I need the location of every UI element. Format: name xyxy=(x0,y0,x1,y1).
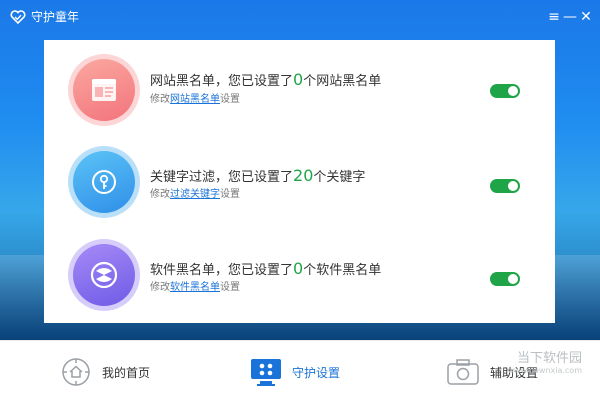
keyword-filter-toggle[interactable] xyxy=(490,179,520,193)
website-blacklist-summary: 网站黑名单，您已设置了0个网站黑名单 xyxy=(150,71,381,91)
summary-suffix: 个网站黑名单 xyxy=(303,74,382,89)
home-icon xyxy=(62,358,90,386)
website-blacklist-item: 网站黑名单，您已设置了0个网站黑名单 修改网站黑名单设置 xyxy=(44,43,555,137)
summary-suffix: 个软件黑名单 xyxy=(303,263,382,278)
watermark-site-name: 当下软件园 xyxy=(516,351,582,366)
keyword-filter-badge xyxy=(68,146,140,218)
blacklist-count: 0 xyxy=(293,259,304,278)
minimize-button[interactable]: — xyxy=(562,9,578,25)
edit-suffix: 设置 xyxy=(220,94,240,105)
nav-protection-settings[interactable]: 守护设置 xyxy=(250,341,340,402)
edit-website-blacklist-link[interactable]: 网站黑名单 xyxy=(170,94,220,105)
menu-icon[interactable]: ≡ xyxy=(546,9,562,25)
software-icon xyxy=(90,261,118,289)
keyword-filter-summary: 关键字过滤，您已设置了20个关键字 xyxy=(150,167,365,187)
title-bar[interactable]: 守护童年 ≡ — ✕ xyxy=(0,0,600,34)
key-icon xyxy=(92,170,116,194)
edit-software-blacklist-link[interactable]: 软件黑名单 xyxy=(170,282,220,293)
settings-panel: 网站黑名单，您已设置了0个网站黑名单 修改网站黑名单设置 关键字过滤，您已设置了… xyxy=(44,40,555,323)
software-blacklist-summary: 软件黑名单，您已设置了0个软件黑名单 xyxy=(150,260,381,280)
watermark-url: www.downxia.com xyxy=(507,366,582,375)
app-window: 守护童年 ≡ — ✕ 网站黑名单，您已设置了0个网站黑名单 修改网站黑名单设置 … xyxy=(0,0,600,402)
nav-home[interactable]: 我的首页 xyxy=(60,341,150,402)
edit-prefix: 修改 xyxy=(150,189,170,200)
summary-text: 软件黑名单，您已设置了 xyxy=(150,263,294,278)
edit-prefix: 修改 xyxy=(150,94,170,105)
nav-home-label: 我的首页 xyxy=(102,365,151,380)
website-blacklist-toggle[interactable] xyxy=(490,84,520,98)
keyword-count: 20 xyxy=(293,166,314,185)
nav-protection-settings-label: 守护设置 xyxy=(292,365,341,380)
website-blacklist-edit: 修改网站黑名单设置 xyxy=(150,93,240,107)
summary-suffix: 个关键字 xyxy=(313,170,366,185)
edit-suffix: 设置 xyxy=(220,189,240,200)
app-title: 守护童年 xyxy=(31,10,80,24)
website-blacklist-badge xyxy=(68,54,140,126)
software-blacklist-item: 软件黑名单，您已设置了0个软件黑名单 修改软件黑名单设置 xyxy=(44,229,555,323)
summary-text: 网站黑名单，您已设置了 xyxy=(150,74,294,89)
close-button[interactable]: ✕ xyxy=(578,9,594,25)
keyword-filter-item: 关键字过滤，您已设置了20个关键字 修改过滤关键字设置 xyxy=(44,137,555,231)
monitor-icon xyxy=(251,359,281,386)
software-blacklist-edit: 修改软件黑名单设置 xyxy=(150,281,240,295)
software-blacklist-badge xyxy=(68,239,140,311)
watermark: 当下软件园 www.downxia.com xyxy=(507,347,582,375)
app-logo-icon xyxy=(10,10,26,25)
software-blacklist-toggle[interactable] xyxy=(490,272,520,286)
summary-text: 关键字过滤，您已设置了 xyxy=(150,170,294,185)
keyword-filter-edit: 修改过滤关键字设置 xyxy=(150,188,240,202)
blacklist-count: 0 xyxy=(293,70,304,89)
edit-prefix: 修改 xyxy=(150,282,170,293)
webpage-icon xyxy=(92,79,116,101)
camera-icon xyxy=(447,359,479,385)
edit-keyword-filter-link[interactable]: 过滤关键字 xyxy=(170,189,220,200)
edit-suffix: 设置 xyxy=(220,282,240,293)
